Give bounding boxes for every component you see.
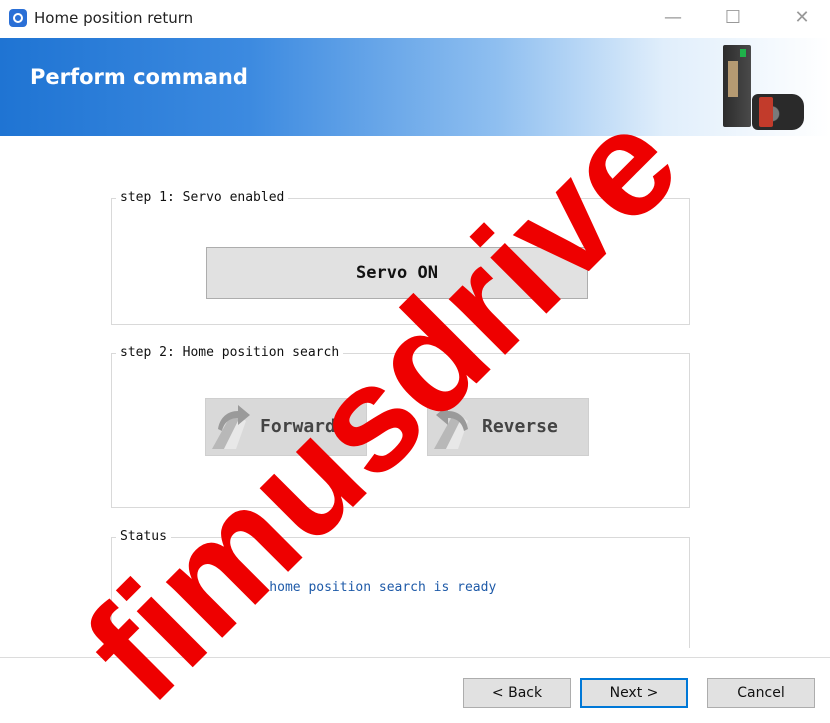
step2-group: step 2: Home position search Forward Rev… — [111, 345, 690, 508]
servo-on-button[interactable]: Servo ON — [206, 247, 588, 299]
next-button[interactable]: Next > — [580, 678, 688, 708]
next-button-label: Next > — [609, 685, 659, 701]
close-button[interactable]: ✕ — [787, 4, 817, 32]
servo-drive-icon — [723, 45, 751, 127]
header-banner: Perform command — [0, 38, 830, 136]
status-legend: Status — [116, 529, 171, 545]
footer-separator — [0, 657, 830, 658]
forward-arrow-icon — [212, 405, 250, 449]
forward-label: Forward — [260, 416, 336, 437]
step2-legend: step 2: Home position search — [116, 345, 344, 361]
reverse-button[interactable]: Reverse — [427, 398, 589, 456]
status-group: Status The home position search is ready — [111, 529, 690, 648]
maximize-button[interactable]: ☐ — [718, 4, 748, 32]
window-title: Home position return — [34, 9, 194, 27]
step1-group: step 1: Servo enabled Servo ON — [111, 190, 690, 325]
reverse-arrow-icon — [434, 405, 468, 449]
cancel-button-label: Cancel — [737, 685, 785, 701]
banner-title: Perform command — [30, 65, 248, 89]
back-button[interactable]: < Back — [463, 678, 571, 708]
status-message: The home position search is ready — [238, 580, 497, 595]
cancel-button[interactable]: Cancel — [707, 678, 815, 708]
reverse-label: Reverse — [482, 416, 558, 437]
title-bar: Home position return — ☐ ✕ — [0, 0, 830, 38]
forward-button[interactable]: Forward — [205, 398, 367, 456]
step1-legend: step 1: Servo enabled — [116, 190, 289, 206]
servo-motor-icon — [752, 94, 804, 130]
back-button-label: < Back — [491, 685, 543, 701]
app-icon — [9, 9, 27, 27]
minimize-button[interactable]: — — [658, 4, 688, 32]
